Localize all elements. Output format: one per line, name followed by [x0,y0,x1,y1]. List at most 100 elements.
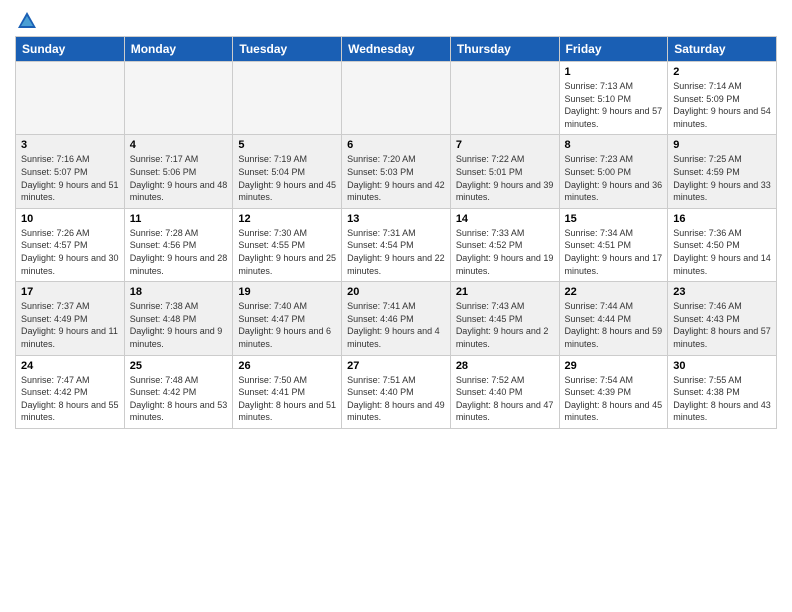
day-number: 19 [238,286,336,298]
calendar-cell [124,62,233,135]
calendar-cell: 19 Sunrise: 7:40 AM Sunset: 4:47 PM Dayli… [233,282,342,355]
page-container: SundayMondayTuesdayWednesdayThursdayFrid… [0,0,792,439]
calendar-cell: 24 Sunrise: 7:47 AM Sunset: 4:42 PM Dayli… [16,355,125,428]
calendar-cell [16,62,125,135]
calendar-cell: 6 Sunrise: 7:20 AM Sunset: 5:03 PM Daylig… [342,135,451,208]
day-info: Sunrise: 7:22 AM Sunset: 5:01 PM Dayligh… [456,153,554,203]
day-number: 21 [456,286,554,298]
day-number: 20 [347,286,445,298]
calendar-cell: 29 Sunrise: 7:54 AM Sunset: 4:39 PM Dayli… [559,355,668,428]
calendar-cell: 28 Sunrise: 7:52 AM Sunset: 4:40 PM Dayli… [450,355,559,428]
calendar-cell: 9 Sunrise: 7:25 AM Sunset: 4:59 PM Daylig… [668,135,777,208]
calendar-week-row: 1 Sunrise: 7:13 AM Sunset: 5:10 PM Daylig… [16,62,777,135]
weekday-header-tuesday: Tuesday [233,37,342,62]
day-info: Sunrise: 7:47 AM Sunset: 4:42 PM Dayligh… [21,374,119,424]
day-info: Sunrise: 7:31 AM Sunset: 4:54 PM Dayligh… [347,227,445,277]
day-info: Sunrise: 7:33 AM Sunset: 4:52 PM Dayligh… [456,227,554,277]
day-info: Sunrise: 7:48 AM Sunset: 4:42 PM Dayligh… [130,374,228,424]
calendar-cell: 5 Sunrise: 7:19 AM Sunset: 5:04 PM Daylig… [233,135,342,208]
calendar-cell: 27 Sunrise: 7:51 AM Sunset: 4:40 PM Dayli… [342,355,451,428]
day-info: Sunrise: 7:25 AM Sunset: 4:59 PM Dayligh… [673,153,771,203]
day-number: 14 [456,213,554,225]
day-number: 2 [673,66,771,78]
calendar-cell: 13 Sunrise: 7:31 AM Sunset: 4:54 PM Dayli… [342,208,451,281]
calendar-cell: 1 Sunrise: 7:13 AM Sunset: 5:10 PM Daylig… [559,62,668,135]
day-number: 28 [456,360,554,372]
day-info: Sunrise: 7:34 AM Sunset: 4:51 PM Dayligh… [565,227,663,277]
calendar-cell: 16 Sunrise: 7:36 AM Sunset: 4:50 PM Dayli… [668,208,777,281]
calendar-cell: 14 Sunrise: 7:33 AM Sunset: 4:52 PM Dayli… [450,208,559,281]
weekday-header-sunday: Sunday [16,37,125,62]
calendar-week-row: 3 Sunrise: 7:16 AM Sunset: 5:07 PM Daylig… [16,135,777,208]
weekday-header-wednesday: Wednesday [342,37,451,62]
day-number: 29 [565,360,663,372]
calendar-cell [233,62,342,135]
day-number: 26 [238,360,336,372]
day-info: Sunrise: 7:20 AM Sunset: 5:03 PM Dayligh… [347,153,445,203]
day-info: Sunrise: 7:46 AM Sunset: 4:43 PM Dayligh… [673,300,771,350]
calendar-cell: 26 Sunrise: 7:50 AM Sunset: 4:41 PM Dayli… [233,355,342,428]
day-number: 3 [21,139,119,151]
day-number: 11 [130,213,228,225]
day-number: 27 [347,360,445,372]
day-info: Sunrise: 7:14 AM Sunset: 5:09 PM Dayligh… [673,80,771,130]
calendar-cell: 10Sunrise: 7:26 AM Sunset: 4:57 PM Dayli… [16,208,125,281]
day-info: Sunrise: 7:52 AM Sunset: 4:40 PM Dayligh… [456,374,554,424]
day-info: Sunrise: 7:36 AM Sunset: 4:50 PM Dayligh… [673,227,771,277]
calendar-cell: 22 Sunrise: 7:44 AM Sunset: 4:44 PM Dayli… [559,282,668,355]
day-info: Sunrise: 7:40 AM Sunset: 4:47 PM Dayligh… [238,300,336,350]
weekday-header-saturday: Saturday [668,37,777,62]
day-number: 12 [238,213,336,225]
day-info: Sunrise: 7:43 AM Sunset: 4:45 PM Dayligh… [456,300,554,350]
day-info: Sunrise: 7:30 AM Sunset: 4:55 PM Dayligh… [238,227,336,277]
day-info: Sunrise: 7:54 AM Sunset: 4:39 PM Dayligh… [565,374,663,424]
day-number: 15 [565,213,663,225]
weekday-header-row: SundayMondayTuesdayWednesdayThursdayFrid… [16,37,777,62]
day-info: Sunrise: 7:37 AM Sunset: 4:49 PM Dayligh… [21,300,119,350]
day-number: 18 [130,286,228,298]
header [15,10,777,30]
day-number: 25 [130,360,228,372]
day-info: Sunrise: 7:44 AM Sunset: 4:44 PM Dayligh… [565,300,663,350]
day-number: 6 [347,139,445,151]
day-info: Sunrise: 7:38 AM Sunset: 4:48 PM Dayligh… [130,300,228,350]
calendar-cell: 8Sunrise: 7:23 AM Sunset: 5:00 PM Daylig… [559,135,668,208]
day-number: 9 [673,139,771,151]
calendar-cell: 3 Sunrise: 7:16 AM Sunset: 5:07 PM Daylig… [16,135,125,208]
day-info: Sunrise: 7:19 AM Sunset: 5:04 PM Dayligh… [238,153,336,203]
weekday-header-monday: Monday [124,37,233,62]
calendar-cell [342,62,451,135]
calendar-cell: 7Sunrise: 7:22 AM Sunset: 5:01 PM Daylig… [450,135,559,208]
day-number: 4 [130,139,228,151]
day-number: 13 [347,213,445,225]
day-info: Sunrise: 7:55 AM Sunset: 4:38 PM Dayligh… [673,374,771,424]
day-info: Sunrise: 7:50 AM Sunset: 4:41 PM Dayligh… [238,374,336,424]
calendar-week-row: 24 Sunrise: 7:47 AM Sunset: 4:42 PM Dayli… [16,355,777,428]
day-number: 5 [238,139,336,151]
calendar-cell: 18 Sunrise: 7:38 AM Sunset: 4:48 PM Dayli… [124,282,233,355]
day-info: Sunrise: 7:28 AM Sunset: 4:56 PM Dayligh… [130,227,228,277]
day-info: Sunrise: 7:16 AM Sunset: 5:07 PM Dayligh… [21,153,119,203]
calendar-cell: 20Sunrise: 7:41 AM Sunset: 4:46 PM Dayli… [342,282,451,355]
day-info: Sunrise: 7:51 AM Sunset: 4:40 PM Dayligh… [347,374,445,424]
calendar-cell: 15 Sunrise: 7:34 AM Sunset: 4:51 PM Dayli… [559,208,668,281]
day-info: Sunrise: 7:23 AM Sunset: 5:00 PM Dayligh… [565,153,663,203]
day-number: 23 [673,286,771,298]
calendar-cell: 30Sunrise: 7:55 AM Sunset: 4:38 PM Dayli… [668,355,777,428]
day-info: Sunrise: 7:17 AM Sunset: 5:06 PM Dayligh… [130,153,228,203]
day-number: 22 [565,286,663,298]
calendar-cell: 21 Sunrise: 7:43 AM Sunset: 4:45 PM Dayli… [450,282,559,355]
day-number: 17 [21,286,119,298]
calendar-week-row: 17 Sunrise: 7:37 AM Sunset: 4:49 PM Dayli… [16,282,777,355]
logo-icon [16,10,38,32]
calendar-cell: 2 Sunrise: 7:14 AM Sunset: 5:09 PM Daylig… [668,62,777,135]
calendar-cell [450,62,559,135]
day-number: 24 [21,360,119,372]
day-number: 16 [673,213,771,225]
day-info: Sunrise: 7:13 AM Sunset: 5:10 PM Dayligh… [565,80,663,130]
calendar-cell: 11 Sunrise: 7:28 AM Sunset: 4:56 PM Dayli… [124,208,233,281]
calendar-cell: 17 Sunrise: 7:37 AM Sunset: 4:49 PM Dayli… [16,282,125,355]
day-number: 1 [565,66,663,78]
day-info: Sunrise: 7:26 AM Sunset: 4:57 PM Dayligh… [21,227,119,277]
calendar-cell: 23 Sunrise: 7:46 AM Sunset: 4:43 PM Dayli… [668,282,777,355]
